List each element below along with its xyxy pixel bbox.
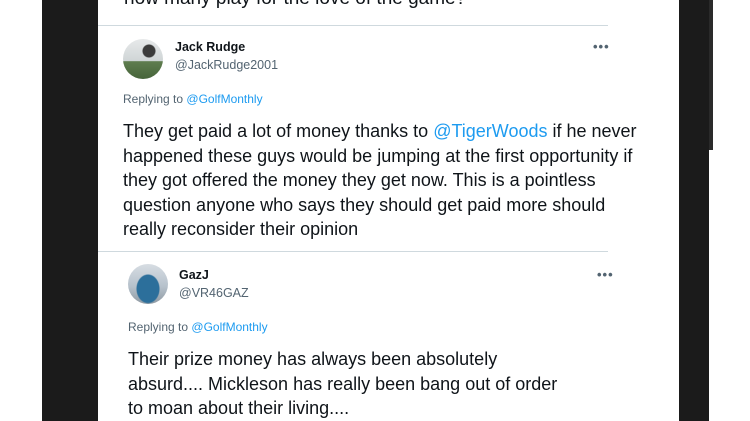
replying-to-mention-link[interactable]: @GolfMonthly	[191, 320, 267, 334]
phone-bezel-left	[42, 0, 98, 421]
divider	[98, 251, 608, 252]
avatar[interactable]	[128, 264, 168, 304]
tweet-mention-link[interactable]: @TigerWoods	[433, 121, 547, 141]
tweet-author-name[interactable]: GazJ	[179, 268, 209, 282]
phone-bezel-right	[679, 0, 709, 421]
avatar[interactable]	[123, 39, 163, 79]
replying-to-label: Replying to	[128, 320, 189, 334]
tweet-author-handle[interactable]: @VR46GAZ	[179, 286, 249, 300]
tweet-text: They get paid a lot of money thanks to @…	[123, 119, 643, 242]
tweet-author-handle[interactable]: @JackRudge2001	[175, 58, 278, 72]
replying-to: Replying to @GolfMonthly	[123, 92, 263, 106]
phone-screen: how many play for the love of the game? …	[98, 0, 679, 421]
tweet-author-name[interactable]: Jack Rudge	[175, 40, 245, 54]
replying-to-mention-link[interactable]: @GolfMonthly	[186, 92, 262, 106]
replying-to-label: Replying to	[123, 92, 184, 106]
more-options-icon[interactable]: •••	[597, 267, 614, 282]
tweet-text-part: They get paid a lot of money thanks to	[123, 121, 434, 141]
tweet-text: Their prize money has always been absolu…	[128, 349, 558, 418]
more-options-icon[interactable]: •••	[593, 39, 610, 54]
previous-tweet-text: how many play for the love of the game?	[124, 0, 466, 10]
replying-to: Replying to @GolfMonthly	[128, 320, 268, 334]
phone-side-button	[709, 0, 713, 150]
divider	[98, 25, 608, 26]
